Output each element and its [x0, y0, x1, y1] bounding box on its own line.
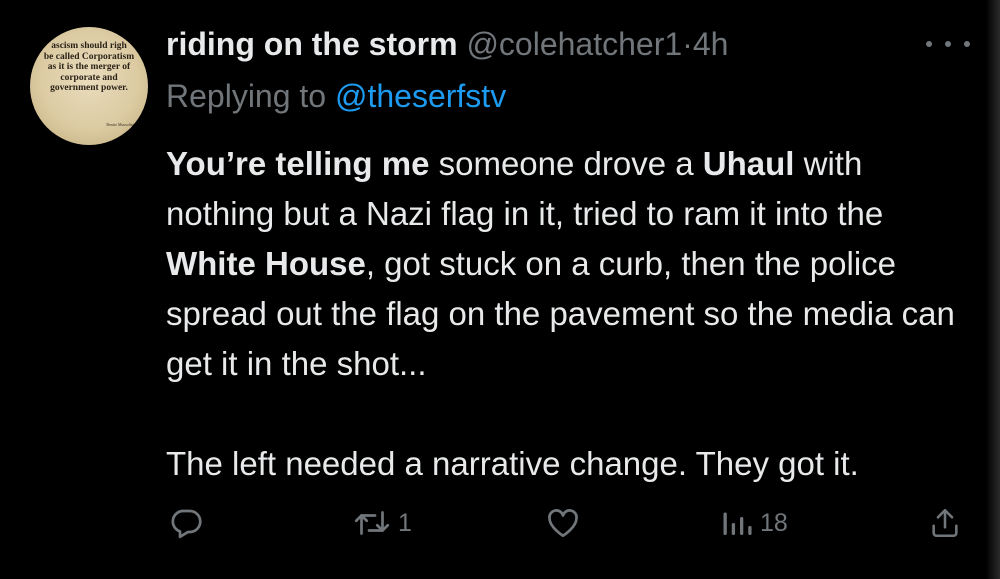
avatar-signature: Benito Mussolini: [106, 122, 134, 127]
tweet-paragraph-2: The left needed a narrative change. They…: [166, 445, 859, 482]
views-count: 18: [760, 508, 788, 537]
tweet-body: You’re telling me someone drove a Uhaul …: [166, 139, 976, 489]
display-name[interactable]: riding on the storm: [166, 26, 458, 62]
replying-to-line: Replying to @theserfstv: [166, 76, 506, 116]
retweet-count: 1: [398, 508, 412, 537]
user-handle[interactable]: @colehatcher1: [466, 26, 682, 62]
bold-text: Uhaul: [702, 145, 795, 182]
body-text: someone drove a: [429, 145, 703, 182]
tweet-header: riding on the storm @colehatcher1·4h: [166, 24, 728, 64]
heart-icon: [548, 509, 578, 538]
scrollbar[interactable]: [986, 0, 1000, 579]
bold-text: White House: [166, 245, 366, 282]
more-dot: [945, 41, 951, 47]
replying-to-mention[interactable]: @theserfstv: [335, 78, 506, 114]
views-icon: [723, 512, 752, 535]
views-button[interactable]: 18: [720, 500, 788, 546]
retweet-icon: [354, 511, 390, 535]
retweet-button[interactable]: 1: [352, 500, 412, 546]
timestamp[interactable]: 4h: [693, 26, 729, 62]
more-options-icon[interactable]: [926, 30, 970, 58]
avatar[interactable]: ascism should righ be called Corporatism…: [30, 27, 148, 145]
share-button[interactable]: [928, 500, 962, 546]
avatar-quote-text: ascism should righ be called Corporatism…: [43, 41, 135, 93]
share-icon: [932, 508, 958, 538]
reply-icon: [171, 509, 202, 539]
more-dot: [926, 41, 932, 47]
replying-prefix: Replying to: [166, 78, 327, 114]
bold-text: You’re telling me: [166, 145, 430, 182]
like-button[interactable]: [544, 500, 582, 546]
separator-dot: ·: [682, 26, 693, 62]
tweet-action-bar: 1 18: [0, 500, 1000, 546]
reply-button[interactable]: [168, 500, 204, 546]
more-dot: [964, 41, 970, 47]
tweet-paragraph-1: You’re telling me someone drove a Uhaul …: [166, 139, 976, 389]
